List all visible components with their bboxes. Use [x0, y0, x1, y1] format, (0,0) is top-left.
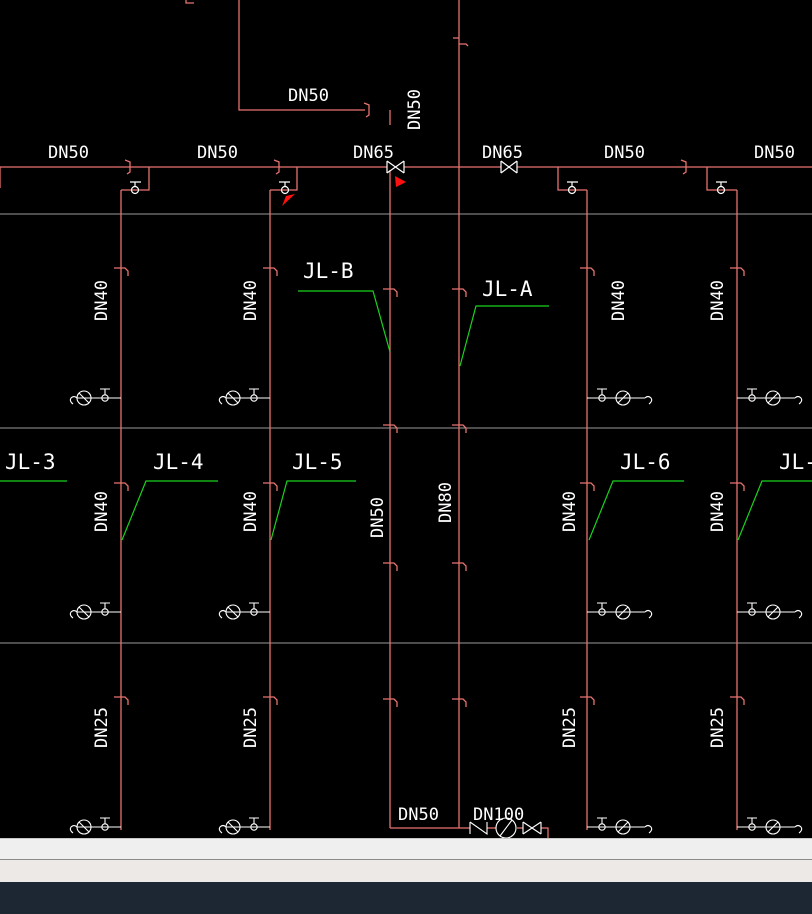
pipe-size-label: DN40	[708, 491, 728, 532]
fixture-group[interactable]	[69, 602, 121, 620]
pipe-segment[interactable]	[587, 609, 653, 619]
tag-leader	[737, 480, 812, 541]
pipe-segment[interactable]	[587, 395, 653, 405]
pipe-size-label: DN25	[708, 707, 728, 748]
pipe-segment[interactable]	[587, 824, 653, 834]
cursor-arrow-icon	[395, 176, 406, 187]
pipe-size-label: DN25	[92, 707, 112, 748]
pipe-size-label: DN80	[436, 482, 456, 523]
valve-icon[interactable]	[130, 181, 141, 195]
riser-tag: JL-5	[292, 450, 343, 474]
pipe-size-label: DN40	[241, 280, 261, 321]
valve-icon[interactable]	[747, 817, 757, 831]
valve-icon[interactable]	[597, 388, 607, 402]
fixture-group[interactable]	[737, 388, 803, 406]
riser-tag: JL-	[779, 450, 812, 474]
tag-leader	[298, 290, 391, 353]
pipe-segment[interactable]	[737, 395, 803, 405]
fixture-group[interactable]	[69, 388, 121, 406]
valve-icon[interactable]	[249, 388, 259, 402]
pipe-size-label: DN40	[241, 491, 261, 532]
tag-leader	[121, 480, 218, 541]
riser-tag: JL-B	[303, 259, 354, 283]
fixture-group[interactable]	[737, 817, 803, 835]
pipe-size-label: DN50	[604, 143, 645, 163]
valve-icon[interactable]	[747, 602, 757, 616]
fixture-group[interactable]	[587, 817, 653, 835]
taskbar-strip	[0, 882, 812, 914]
riser-tag: JL-A	[482, 277, 533, 301]
valve-icon[interactable]	[567, 181, 578, 195]
valve-icon[interactable]	[100, 388, 110, 402]
riser-tag: JL-3	[5, 450, 56, 474]
pipe-size-label: DN25	[560, 707, 580, 748]
fixture-group[interactable]	[218, 602, 270, 620]
pipe-size-label: DN100	[473, 805, 524, 825]
fixture-group[interactable]	[587, 602, 653, 620]
fixture-group[interactable]	[737, 602, 803, 620]
pipe-size-label: DN40	[92, 280, 112, 321]
valve-icon[interactable]	[249, 602, 259, 616]
gate-valve-icon[interactable]	[522, 821, 542, 835]
fixture-group[interactable]	[587, 388, 653, 406]
fixture-group[interactable]	[218, 388, 270, 406]
fixture-group[interactable]	[218, 817, 270, 835]
tag-leader	[588, 480, 684, 541]
tag-leader	[459, 305, 549, 367]
pipe-size-label: DN50	[48, 143, 89, 163]
pipe-size-label: DN40	[609, 280, 629, 321]
valve-icon[interactable]	[249, 817, 259, 831]
pipe-size-label: DN40	[92, 491, 112, 532]
valve-icon[interactable]	[100, 602, 110, 616]
riser-tag: JL-6	[620, 450, 671, 474]
pipe-segment[interactable]	[185, 0, 194, 4]
valve-icon[interactable]	[597, 817, 607, 831]
fixture-group[interactable]	[69, 817, 121, 835]
pipe-size-label: DN65	[482, 143, 523, 163]
taskbar	[0, 860, 812, 914]
pipe-size-label: DN65	[353, 143, 394, 163]
pipe-size-label: DN40	[708, 280, 728, 321]
valve-icon[interactable]	[747, 388, 757, 402]
riser-tag: JL-4	[153, 450, 204, 474]
pipe-size-label: DN50	[288, 86, 329, 106]
bottom-pipe[interactable]	[541, 827, 549, 838]
cad-drawing-canvas[interactable]: DN50 DN50 DN50 DN65 DN65 DN50 DN50 DN50 …	[0, 0, 812, 838]
pipe-size-label: DN50	[754, 143, 795, 163]
pipe-size-label: DN50	[197, 143, 238, 163]
pipe-size-label: DN25	[241, 707, 261, 748]
pipe-size-label: DN50	[398, 805, 439, 825]
water-supply-riser-diagram[interactable]: DN50 DN50 DN50 DN65 DN65 DN50 DN50 DN50 …	[0, 0, 812, 838]
pipe-size-label: DN50	[368, 497, 388, 538]
pipe-joint	[453, 37, 469, 47]
pipe-segment[interactable]	[737, 824, 803, 834]
cursor-arrow-icon	[282, 194, 295, 206]
valve-icon[interactable]	[597, 602, 607, 616]
pipe-segment[interactable]	[737, 609, 803, 619]
valve-icon[interactable]	[100, 817, 110, 831]
valve-icon[interactable]	[279, 181, 290, 195]
pipe-size-label: DN50	[405, 89, 425, 130]
status-bar	[0, 838, 812, 860]
pipe-size-label: DN40	[560, 491, 580, 532]
valve-icon[interactable]	[716, 181, 727, 195]
tag-leader	[270, 480, 356, 541]
